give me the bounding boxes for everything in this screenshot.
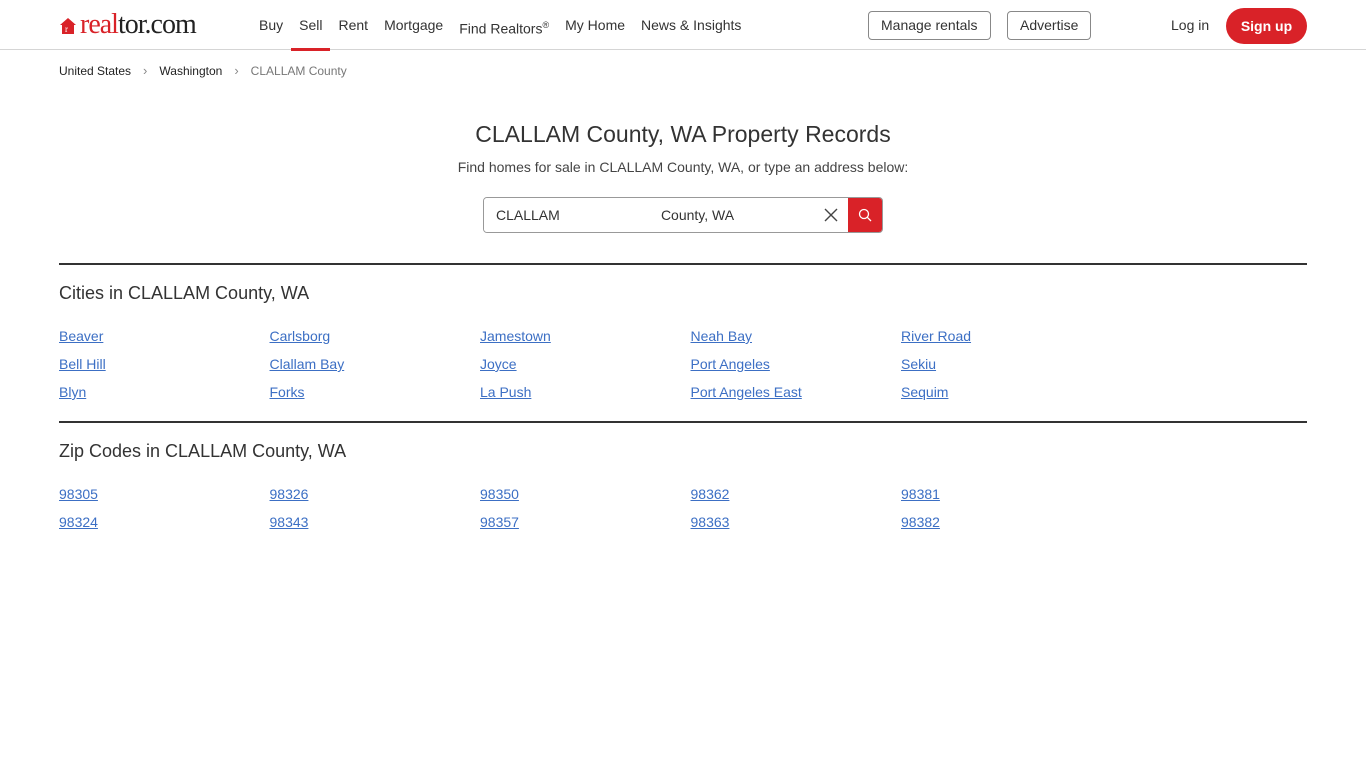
zip-link[interactable]: 98350 xyxy=(480,484,691,504)
zip-link[interactable]: 98326 xyxy=(270,484,481,504)
search-input[interactable] xyxy=(484,198,814,232)
cities-heading: Cities in CLALLAM County, WA xyxy=(59,283,310,303)
zip-link[interactable]: 98343 xyxy=(270,512,481,532)
clear-icon[interactable] xyxy=(814,198,848,232)
zip-link[interactable]: 98363 xyxy=(691,512,902,532)
city-link[interactable]: Sekiu xyxy=(901,354,1112,374)
site-header: r real tor.com Buy Sell Rent Mortgage Fin… xyxy=(0,0,1366,51)
breadcrumb-current: CLALLAM County xyxy=(250,63,347,78)
city-link[interactable]: Joyce xyxy=(480,354,691,374)
city-link[interactable]: La Push xyxy=(480,382,691,402)
realtor-logo[interactable]: r real tor.com xyxy=(59,11,197,39)
search-box xyxy=(483,197,883,233)
zips-grid: 98305 98326 98350 98362 98381 98324 98343 98357… xyxy=(59,484,1307,532)
signup-button[interactable]: Sign up xyxy=(1226,8,1307,44)
city-link[interactable]: Neah Bay xyxy=(691,326,902,346)
breadcrumb-washington[interactable]: Washington xyxy=(159,64,222,78)
city-link[interactable]: Blyn xyxy=(59,382,270,402)
breadcrumb-united-states[interactable]: United States xyxy=(59,64,131,78)
main-nav: Buy Sell Rent Mortgage Find Realtors® My… xyxy=(251,0,749,51)
chevron-right-icon: › xyxy=(234,63,239,78)
city-link[interactable]: Clallam Bay xyxy=(270,354,481,374)
city-link[interactable]: River Road xyxy=(901,326,1112,346)
zip-link[interactable]: 98324 xyxy=(59,512,270,532)
zips-heading: Zip Codes in CLALLAM County, WA xyxy=(59,441,347,461)
nav-find-realtors[interactable]: Find Realtors® xyxy=(451,0,557,50)
city-link[interactable]: Port Angeles xyxy=(691,354,902,374)
city-link[interactable]: Carlsborg xyxy=(270,326,481,346)
advertise-button[interactable]: Advertise xyxy=(1007,11,1092,40)
house-logo-icon: r xyxy=(60,18,76,34)
page-title: CLALLAM County, WA Property Records xyxy=(475,121,891,147)
zip-link[interactable]: 98305 xyxy=(59,484,270,504)
city-link[interactable]: Bell Hill xyxy=(59,354,270,374)
city-link[interactable]: Beaver xyxy=(59,326,270,346)
city-link[interactable]: Jamestown xyxy=(480,326,691,346)
zip-link[interactable]: 98357 xyxy=(480,512,691,532)
zip-link[interactable]: 98381 xyxy=(901,484,1112,504)
search-button[interactable] xyxy=(848,198,882,232)
cities-section: Cities in CLALLAM County, WA Beaver Carls… xyxy=(59,263,1307,402)
nav-mortgage[interactable]: Mortgage xyxy=(376,0,451,50)
zip-link[interactable]: 98362 xyxy=(691,484,902,504)
nav-my-home[interactable]: My Home xyxy=(557,0,633,50)
city-link[interactable]: Sequim xyxy=(901,382,1112,402)
zip-link[interactable]: 98382 xyxy=(901,512,1112,532)
nav-rent[interactable]: Rent xyxy=(330,0,376,50)
manage-rentals-button[interactable]: Manage rentals xyxy=(868,11,991,40)
zips-section: Zip Codes in CLALLAM County, WA 98305 983… xyxy=(59,421,1307,532)
city-link[interactable]: Forks xyxy=(270,382,481,402)
chevron-right-icon: › xyxy=(143,63,148,78)
breadcrumb: United States › Washington › CLALLAM Cou… xyxy=(59,63,347,78)
nav-sell[interactable]: Sell xyxy=(291,0,331,51)
cities-grid: Beaver Carlsborg Jamestown Neah Bay River Ro… xyxy=(59,326,1307,402)
city-link[interactable]: Port Angeles East xyxy=(691,382,902,402)
search-icon xyxy=(858,208,872,222)
nav-news-insights[interactable]: News & Insights xyxy=(633,0,749,50)
login-link[interactable]: Log in xyxy=(1171,17,1209,33)
nav-buy[interactable]: Buy xyxy=(251,0,291,50)
page-subtitle: Find homes for sale in CLALLAM County, W… xyxy=(457,159,909,175)
